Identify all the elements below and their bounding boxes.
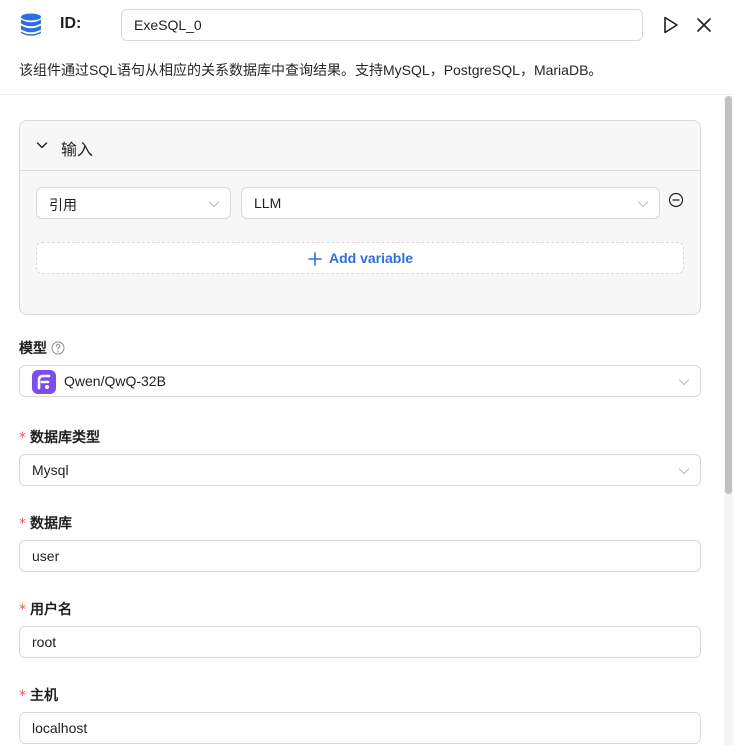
model-provider-logo [32,370,56,394]
input-panel-header[interactable]: 输入 [20,121,700,171]
username-label-row: * 用户名 [19,599,72,619]
reference-value: LLM [254,195,282,211]
database-input[interactable] [19,540,701,572]
host-label-row: * 主机 [19,685,58,705]
db-type-label-row: * 数据库类型 [19,427,100,447]
reference-value-select[interactable]: LLM [241,187,660,219]
required-mark: * [19,430,26,446]
id-label: ID: [60,15,82,32]
database-label-row: * 数据库 [19,513,72,533]
input-panel-title: 输入 [61,142,94,159]
node-id-input[interactable] [121,9,643,41]
model-value: Qwen/QwQ-32B [64,373,166,389]
db-type-select[interactable]: Mysql [19,454,701,486]
minus-circle-icon[interactable] [668,192,684,208]
source-type-select[interactable]: 引用 [36,187,231,219]
host-input[interactable] [19,712,701,744]
database-icon [21,13,41,36]
scrollbar-thumb[interactable] [725,96,732,494]
chevron-down-icon [637,201,649,208]
model-label-row: 模型 [19,338,65,358]
db-type-value: Mysql [32,462,69,478]
play-icon[interactable] [660,15,680,35]
username-label: 用户名 [30,601,72,617]
chevron-down-icon [36,142,48,149]
database-label: 数据库 [30,515,72,531]
host-label: 主机 [30,687,58,703]
add-variable-label: Add variable [329,250,414,266]
add-variable-button[interactable]: Add variable [36,242,684,274]
required-mark: * [19,688,26,704]
question-circle-icon[interactable] [51,341,65,355]
node-description: 该组件通过SQL语句从相应的关系数据库中查询结果。支持MySQL，Postgre… [19,62,603,78]
scrollbar[interactable] [724,96,733,745]
node-header: ID: 该组件通过SQL语句从相应的关系数据库中查询结果。支持MySQL，Pos… [0,0,733,95]
required-mark: * [19,516,26,532]
chevron-down-icon [678,379,690,386]
source-type-value: 引用 [49,197,77,213]
chevron-down-icon [208,201,220,208]
db-type-label: 数据库类型 [30,429,100,445]
form-content: 输入 引用 LLM Add variable 模型 Qwen/QwQ-32B *… [0,96,724,745]
required-mark: * [19,602,26,618]
model-label: 模型 [19,340,47,356]
model-select[interactable]: Qwen/QwQ-32B [19,365,701,397]
input-panel: 输入 引用 LLM Add variable [19,120,701,315]
close-icon[interactable] [694,15,714,35]
plus-icon [308,252,322,266]
username-input[interactable] [19,626,701,658]
chevron-down-icon [678,468,690,475]
